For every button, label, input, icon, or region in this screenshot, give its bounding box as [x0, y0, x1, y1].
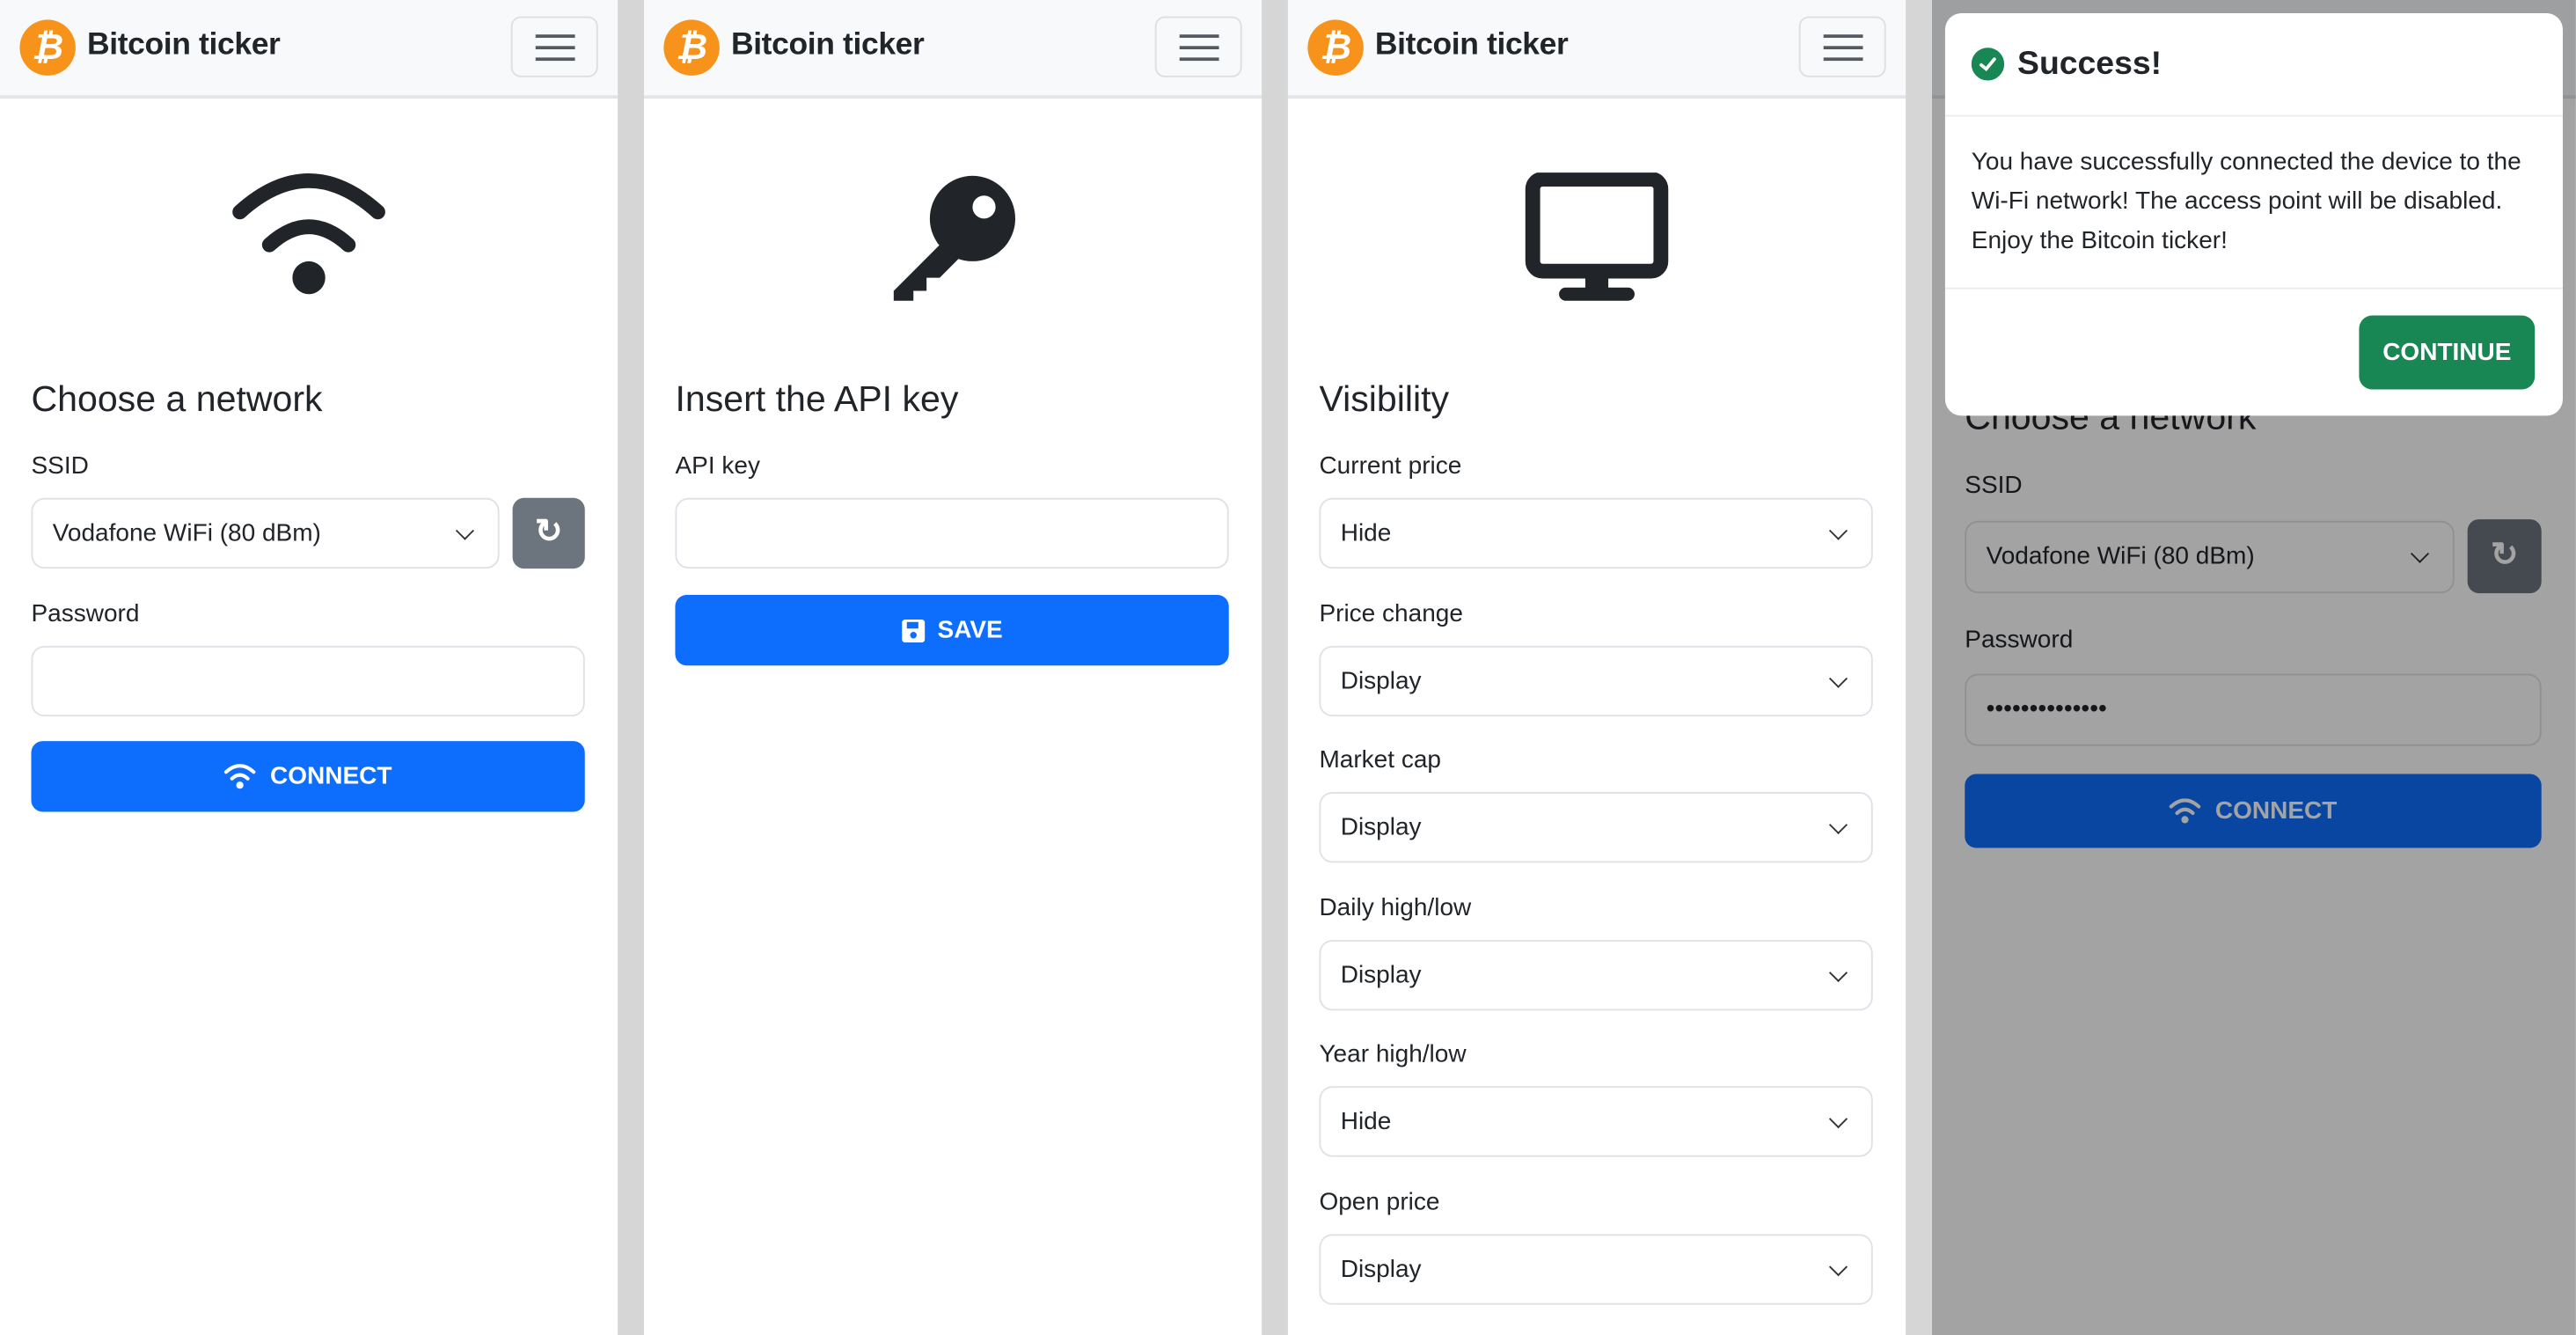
- success-modal: Success! You have successfully connected…: [1944, 12, 2563, 416]
- connect-label: CONNECT: [269, 762, 392, 791]
- field-label: Current price: [1319, 451, 1462, 480]
- modal-title: Success!: [2017, 45, 2163, 82]
- ssid-select[interactable]: Vodafone WiFi (80 dBm): [31, 497, 500, 569]
- monitor-icon: [1288, 172, 1906, 304]
- app-title[interactable]: Bitcoin ticker: [731, 28, 925, 64]
- api-key-label: API key: [675, 451, 760, 480]
- wifi-setup-screen: ₿ Bitcoin ticker Choose a network SSID V…: [0, 0, 618, 1335]
- modal-body: You have successfully connected the devi…: [1944, 117, 2563, 290]
- price-change-select[interactable]: Display: [1319, 645, 1873, 717]
- field-label: Price change: [1319, 599, 1463, 628]
- refresh-networks-button[interactable]: ↻: [512, 497, 585, 569]
- app-title[interactable]: Bitcoin ticker: [87, 28, 281, 64]
- menu-toggle-button[interactable]: [510, 16, 598, 77]
- key-icon: [644, 172, 1262, 304]
- page-heading: Visibility: [1319, 378, 1450, 420]
- wifi-icon: [0, 172, 618, 304]
- page-heading: Insert the API key: [675, 378, 959, 420]
- field-label: Year high/low: [1319, 1040, 1467, 1068]
- stage: ₿ Bitcoin ticker Choose a network SSID V…: [0, 0, 2576, 1335]
- bitcoin-logo-icon: ₿: [663, 19, 720, 76]
- menu-toggle-button[interactable]: [1798, 16, 1886, 77]
- continue-button[interactable]: CONTINUE: [2359, 315, 2536, 390]
- navbar: ₿ Bitcoin ticker: [0, 0, 618, 99]
- field-label: Open price: [1319, 1188, 1440, 1216]
- current-price-select[interactable]: Hide: [1319, 497, 1873, 569]
- ssid-label: SSID: [31, 451, 89, 480]
- save-icon: [901, 619, 925, 642]
- app-title[interactable]: Bitcoin ticker: [1375, 28, 1569, 64]
- field-label: Daily high/low: [1319, 893, 1472, 922]
- page-heading: Choose a network: [31, 378, 323, 420]
- navbar: ₿ Bitcoin ticker: [643, 0, 1262, 99]
- year-high-low-select[interactable]: Hide: [1319, 1086, 1873, 1157]
- password-label: Password: [31, 599, 140, 628]
- save-button[interactable]: SAVE: [675, 594, 1229, 666]
- menu-toggle-button[interactable]: [1154, 16, 1242, 77]
- save-label: SAVE: [937, 616, 1003, 644]
- wifi-icon: [224, 763, 257, 789]
- field-label: Market cap: [1319, 745, 1442, 774]
- password-input[interactable]: [31, 645, 585, 717]
- daily-high-low-select[interactable]: Display: [1319, 940, 1873, 1011]
- bitcoin-logo-icon: ₿: [19, 19, 76, 76]
- navbar: ₿ Bitcoin ticker: [1287, 0, 1906, 99]
- api-key-input[interactable]: [675, 497, 1229, 569]
- api-key-screen: ₿ Bitcoin ticker Insert the API key API …: [643, 0, 1262, 1335]
- connect-button[interactable]: CONNECT: [31, 741, 585, 812]
- check-circle-icon: [1971, 48, 2005, 81]
- modal-header: Success!: [1944, 13, 2563, 117]
- open-price-select[interactable]: Display: [1319, 1234, 1873, 1305]
- visibility-screen: ₿ Bitcoin ticker Visibility Current pric…: [1287, 0, 1906, 1335]
- market-cap-select[interactable]: Display: [1319, 792, 1873, 863]
- bitcoin-logo-icon: ₿: [1307, 19, 1364, 76]
